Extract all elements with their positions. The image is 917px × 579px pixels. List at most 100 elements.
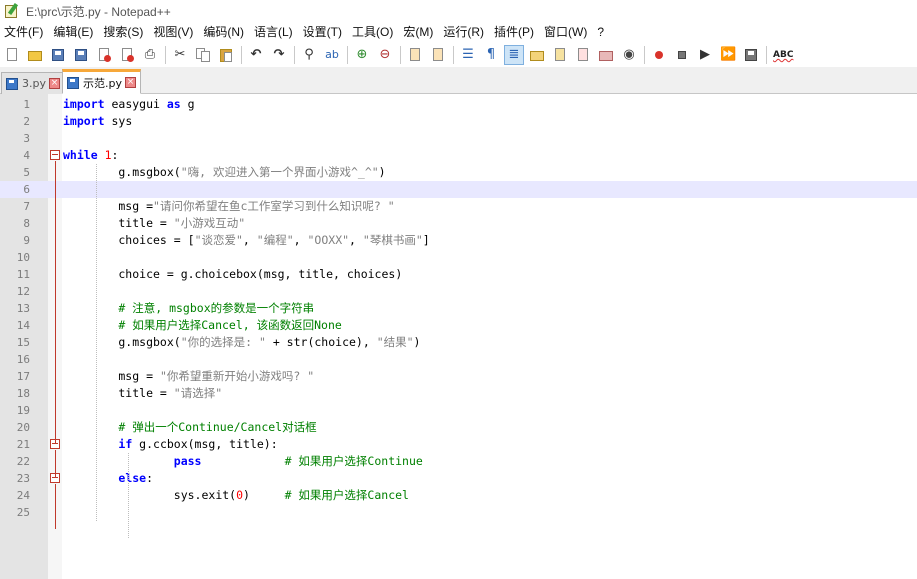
line-number: 6 <box>23 183 30 196</box>
save-button[interactable] <box>48 45 68 65</box>
copy-button[interactable] <box>193 45 213 65</box>
new-file-button[interactable] <box>2 45 22 65</box>
code-line[interactable]: 8 title = "小游戏互动" <box>0 215 917 232</box>
line-number: 4 <box>23 149 30 162</box>
pilcrow-icon: ¶ <box>486 47 496 62</box>
line-number: 23 <box>16 472 30 485</box>
zoom-in-button[interactable]: ⊕ <box>352 45 372 65</box>
code-line[interactable]: 15 g.msgbox("你的选择是: " + str(choice), "结果… <box>0 334 917 351</box>
code-line[interactable]: 6 <box>0 181 917 198</box>
sync-horizontal-button[interactable] <box>428 45 448 65</box>
menu-file[interactable]: 文件(F) <box>0 22 49 43</box>
function-list-button[interactable] <box>573 45 593 65</box>
menu-run[interactable]: 运行(R) <box>439 22 490 43</box>
code-line[interactable]: 13 # 注意, msgbox的参数是一个字符串 <box>0 300 917 317</box>
undo-button[interactable]: ↶ <box>246 45 266 65</box>
code-line[interactable]: 20 # 弹出一个Continue/Cancel对话框 <box>0 419 917 436</box>
code-line[interactable]: 1 import easygui as g <box>0 96 917 113</box>
save-all-button[interactable] <box>71 45 91 65</box>
folder-icon <box>598 47 614 63</box>
user-defined-language-button[interactable] <box>527 45 547 65</box>
code-line[interactable]: 18 title = "请选择" <box>0 385 917 402</box>
code-line[interactable]: 7 msg ="请问你希望在鱼c工作室学习到什么知识呢? " <box>0 198 917 215</box>
menu-window[interactable]: 窗口(W) <box>540 22 593 43</box>
close-tab-icon[interactable]: × <box>49 78 60 89</box>
tab-shifan-py[interactable]: 示范.py × <box>62 69 141 94</box>
code-line[interactable]: 22 pass # 如果用户选择Continue <box>0 453 917 470</box>
macro-stop-button[interactable] <box>672 45 692 65</box>
code-line[interactable]: 17 msg = "你希望重新开始小游戏吗? " <box>0 368 917 385</box>
code-token: # 弹出一个Continue/Cancel对话框 <box>63 420 317 434</box>
menu-help[interactable]: ? <box>593 22 610 43</box>
stop-icon <box>674 47 690 63</box>
code-line[interactable]: 16 <box>0 351 917 368</box>
code-token: "OOXX" <box>307 233 350 247</box>
code-line[interactable]: 2 import sys <box>0 113 917 130</box>
close-file-button[interactable] <box>94 45 114 65</box>
macro-save-button[interactable] <box>741 45 761 65</box>
code-line[interactable]: 12 <box>0 283 917 300</box>
folder-as-workspace-button[interactable] <box>596 45 616 65</box>
code-line[interactable]: 14 # 如果用户选择Cancel, 该函数返回None <box>0 317 917 334</box>
code-line[interactable]: 5 g.msgbox("嗨, 欢迎进入第一个界面小游戏^_^") <box>0 164 917 181</box>
zoom-out-button[interactable]: ⊖ <box>375 45 395 65</box>
macro-record-button[interactable] <box>649 45 669 65</box>
menu-encoding[interactable]: 编码(N) <box>199 22 250 43</box>
close-all-button[interactable] <box>117 45 137 65</box>
code-editor[interactable]: 1 import easygui as g 2 import sys 3 4 while 1… <box>0 94 917 579</box>
menu-settings[interactable]: 设置(T) <box>299 22 348 43</box>
find-button[interactable]: ⚲ <box>299 45 319 65</box>
indent-guide-button[interactable]: ≣ <box>504 45 524 65</box>
macro-play-button[interactable]: ▶ <box>695 45 715 65</box>
monitoring-button[interactable]: ◉ <box>619 45 639 65</box>
toolbar: ⎙ ✂ ↶ ↷ ⚲ ab ⊕ ⊖ ☰ ¶ ≣ ◉ ▶ ⏩ ABC <box>0 43 917 67</box>
tab-label: 3.py <box>22 77 46 90</box>
menu-tools[interactable]: 工具(O) <box>348 22 399 43</box>
code-line[interactable]: 9 choices = ["谈恋爱", "编程", "OOXX", "琴棋书画"… <box>0 232 917 249</box>
code-token: "琴棋书画" <box>362 233 423 247</box>
close-tab-icon[interactable]: × <box>125 77 136 88</box>
sync-vertical-button[interactable] <box>405 45 425 65</box>
menu-search[interactable]: 搜索(S) <box>99 22 149 43</box>
udl-icon <box>529 47 545 63</box>
cut-button[interactable]: ✂ <box>170 45 190 65</box>
code-line[interactable]: 21 if g.ccbox(msg, title): <box>0 436 917 453</box>
document-map-button[interactable] <box>550 45 570 65</box>
line-number: 5 <box>23 166 30 179</box>
macro-run-multiple-button[interactable]: ⏩ <box>718 45 738 65</box>
menu-macro[interactable]: 宏(M) <box>399 22 439 43</box>
replace-button[interactable]: ab <box>322 45 342 65</box>
word-wrap-button[interactable]: ☰ <box>458 45 478 65</box>
spell-check-button[interactable]: ABC <box>771 45 793 65</box>
code-line[interactable]: 10 <box>0 249 917 266</box>
code-token: "编程" <box>256 233 294 247</box>
code-text: import sys <box>63 113 132 130</box>
code-line[interactable]: 3 <box>0 130 917 147</box>
code-token: # 如果用户选择Cancel <box>284 488 409 502</box>
code-line[interactable]: 19 <box>0 402 917 419</box>
show-all-characters-button[interactable]: ¶ <box>481 45 501 65</box>
fold-while-icon[interactable] <box>50 150 60 160</box>
menu-view[interactable]: 视图(V) <box>149 22 199 43</box>
menu-language[interactable]: 语言(L) <box>250 22 299 43</box>
zoom-out-icon: ⊖ <box>379 47 391 62</box>
code-line[interactable]: 4 while 1: <box>0 147 917 164</box>
code-line[interactable]: 24 sys.exit(0) # 如果用户选择Cancel <box>0 487 917 504</box>
record-icon <box>651 47 667 63</box>
code-line[interactable]: 11 choice = g.choicebox(msg, title, choi… <box>0 266 917 283</box>
new-file-icon <box>4 47 20 63</box>
tab-3-py[interactable]: 3.py × <box>1 72 65 94</box>
code-token: # 注意, msgbox的参数是一个字符串 <box>63 301 315 315</box>
code-line[interactable]: 23 else: <box>0 470 917 487</box>
code-line[interactable]: 25 <box>0 504 917 521</box>
print-button[interactable]: ⎙ <box>140 45 160 65</box>
menu-edit[interactable]: 编辑(E) <box>49 22 99 43</box>
paste-button[interactable] <box>216 45 236 65</box>
redo-button[interactable]: ↷ <box>269 45 289 65</box>
menu-plugins[interactable]: 插件(P) <box>490 22 540 43</box>
code-text: pass # 如果用户选择Continue <box>63 453 423 470</box>
open-file-button[interactable] <box>25 45 45 65</box>
code-text: msg = "你希望重新开始小游戏吗? " <box>63 368 314 385</box>
code-token: if <box>118 437 133 451</box>
